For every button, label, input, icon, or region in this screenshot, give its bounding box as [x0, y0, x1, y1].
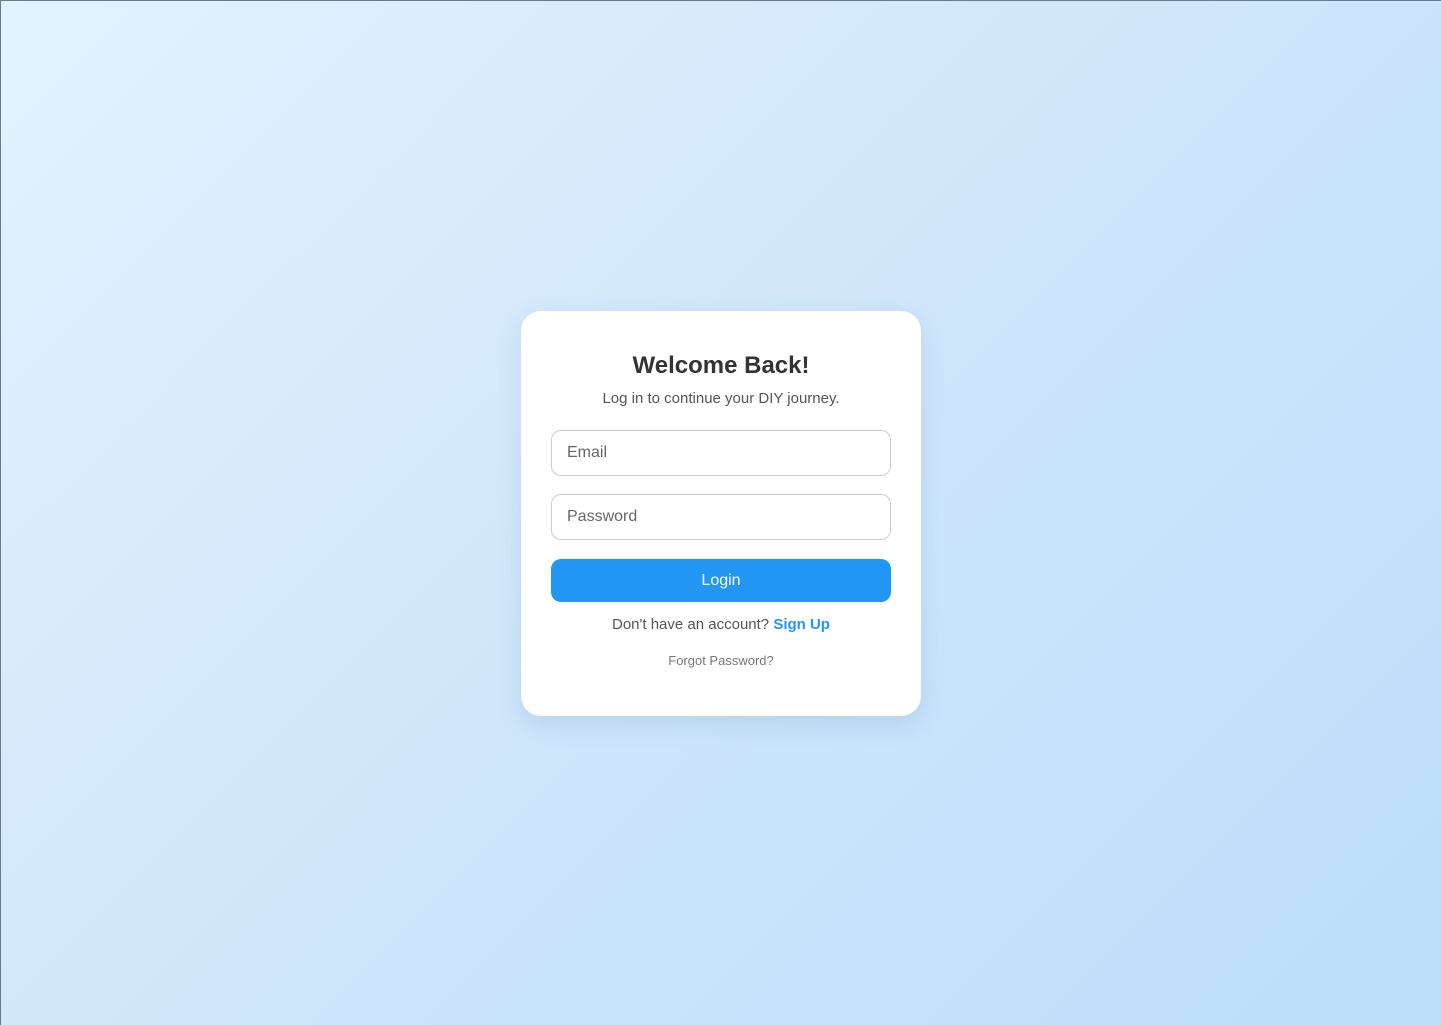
- signup-prompt-text: Don't have an account?: [612, 616, 774, 633]
- email-field[interactable]: [551, 430, 891, 476]
- login-card: Welcome Back! Log in to continue your DI…: [521, 311, 921, 716]
- signup-prompt-line: Don't have an account? Sign Up: [551, 616, 891, 634]
- forgot-password-link[interactable]: Forgot Password?: [668, 653, 774, 669]
- login-button[interactable]: Login: [551, 559, 891, 602]
- page-subtitle: Log in to continue your DIY journey.: [602, 390, 840, 407]
- password-field[interactable]: [551, 494, 891, 540]
- signup-link[interactable]: Sign Up: [773, 616, 830, 633]
- page-title: Welcome Back!: [632, 352, 810, 379]
